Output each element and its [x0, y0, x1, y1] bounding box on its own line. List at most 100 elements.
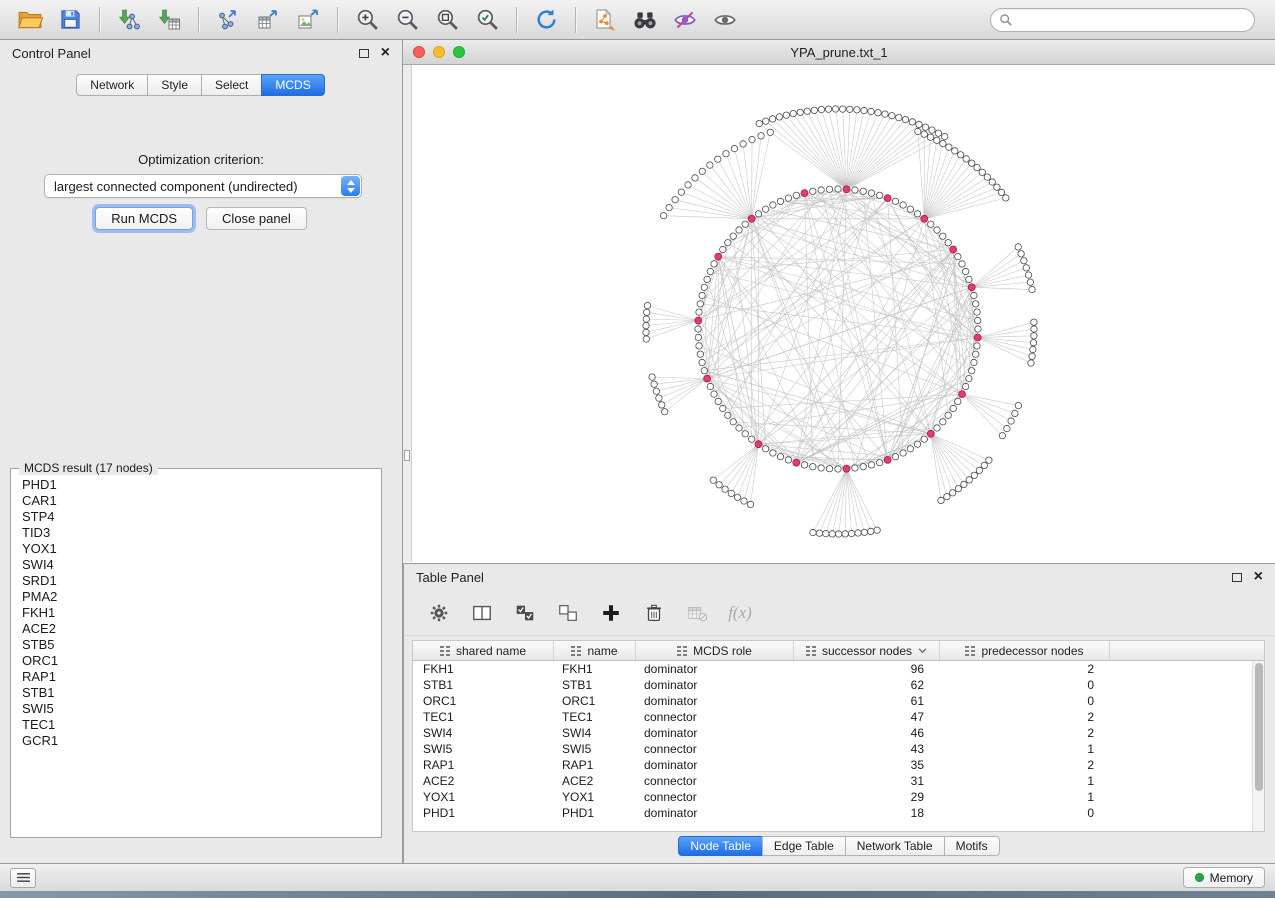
table-cell[interactable]: 0	[940, 678, 1110, 692]
network-node[interactable]	[868, 108, 874, 114]
network-node[interactable]	[736, 425, 742, 431]
network-node[interactable]	[730, 233, 736, 239]
show-graphics-details-button[interactable]	[708, 4, 742, 36]
network-node[interactable]	[981, 462, 987, 468]
network-node[interactable]	[940, 233, 946, 239]
network-node[interactable]	[921, 436, 927, 442]
network-node[interactable]	[900, 202, 906, 208]
network-node[interactable]	[777, 454, 783, 460]
network-node[interactable]	[720, 246, 726, 252]
column-header-shared-name[interactable]: shared name	[413, 641, 554, 660]
open-session-button[interactable]	[13, 4, 47, 36]
network-node[interactable]	[643, 316, 649, 322]
table-row[interactable]: YOX1YOX1connector291	[413, 789, 1264, 805]
network-dominator-node[interactable]	[755, 441, 762, 448]
network-node[interactable]	[928, 221, 934, 227]
zoom-in-button[interactable]	[350, 4, 384, 36]
network-node[interactable]	[1023, 265, 1029, 271]
network-node[interactable]	[699, 292, 705, 298]
table-row[interactable]: SWI4SWI4dominator462	[413, 725, 1264, 741]
network-node[interactable]	[882, 111, 888, 117]
search-box[interactable]	[990, 8, 1255, 32]
network-node[interactable]	[1021, 258, 1027, 264]
network-node[interactable]	[889, 113, 895, 119]
network-node[interactable]	[840, 106, 846, 112]
tab-style[interactable]: Style	[147, 74, 202, 96]
network-node[interactable]	[1018, 251, 1024, 257]
network-node[interactable]	[810, 529, 816, 535]
network-dominator-node[interactable]	[884, 456, 891, 463]
column-header-successor-nodes[interactable]: successor nodes	[794, 641, 940, 660]
search-input[interactable]	[1018, 13, 1246, 27]
close-table-panel-icon[interactable]: ×	[1254, 572, 1263, 582]
table-cell[interactable]: 61	[794, 694, 940, 708]
network-node[interactable]	[711, 261, 717, 267]
table-row[interactable]: TEC1TEC1connector472	[413, 709, 1264, 725]
export-network-button[interactable]	[211, 4, 245, 36]
table-cell[interactable]: dominator	[636, 662, 794, 676]
network-node[interactable]	[810, 464, 816, 470]
import-table-button[interactable]	[152, 4, 186, 36]
network-node[interactable]	[707, 383, 713, 389]
network-dominator-node[interactable]	[968, 284, 975, 291]
delete-column-button[interactable]	[641, 600, 667, 626]
network-node[interactable]	[973, 301, 979, 307]
table-cell[interactable]: STB1	[554, 678, 636, 692]
network-node[interactable]	[678, 189, 684, 195]
network-node[interactable]	[832, 106, 838, 112]
save-session-button[interactable]	[53, 4, 87, 36]
network-node[interactable]	[1025, 272, 1031, 278]
close-panel-icon[interactable]: ×	[381, 48, 390, 58]
table-cell[interactable]: connector	[636, 710, 794, 724]
network-node[interactable]	[963, 268, 969, 274]
network-node[interactable]	[660, 213, 666, 219]
network-node[interactable]	[818, 187, 824, 193]
network-node[interactable]	[994, 184, 1000, 190]
network-node[interactable]	[914, 441, 920, 447]
table-cell[interactable]: SWI5	[413, 742, 554, 756]
network-node[interactable]	[907, 446, 913, 452]
table-row[interactable]: PHD1PHD1dominator180	[413, 805, 1264, 821]
network-dominator-node[interactable]	[748, 215, 755, 222]
table-cell[interactable]: 18	[794, 806, 940, 820]
network-node[interactable]	[797, 109, 803, 115]
network-node[interactable]	[852, 187, 858, 193]
network-node[interactable]	[1029, 353, 1035, 359]
refresh-layout-button[interactable]	[529, 4, 563, 36]
column-visibility-button[interactable]	[469, 600, 495, 626]
table-row[interactable]: STB1STB1dominator620	[413, 677, 1264, 693]
network-dominator-node[interactable]	[950, 246, 957, 253]
network-dominator-node[interactable]	[843, 465, 850, 472]
network-node[interactable]	[793, 192, 799, 198]
table-scrollbar[interactable]	[1252, 661, 1264, 831]
export-image-button[interactable]	[291, 4, 325, 36]
table-cell[interactable]: 43	[794, 742, 940, 756]
network-node[interactable]	[741, 498, 747, 504]
network-dominator-node[interactable]	[921, 215, 928, 222]
table-cell[interactable]: dominator	[636, 694, 794, 708]
network-node[interactable]	[1028, 360, 1034, 366]
zoom-out-button[interactable]	[390, 4, 424, 36]
network-node[interactable]	[974, 164, 980, 170]
network-node[interactable]	[963, 156, 969, 162]
network-node[interactable]	[875, 110, 881, 116]
network-node[interactable]	[825, 106, 831, 112]
table-cell[interactable]: dominator	[636, 758, 794, 772]
network-node[interactable]	[659, 402, 665, 408]
network-node[interactable]	[785, 195, 791, 201]
result-item[interactable]: CAR1	[13, 493, 379, 509]
network-node[interactable]	[1004, 425, 1010, 431]
network-node[interactable]	[940, 140, 946, 146]
optimization-criterion-select[interactable]: largest connected component (undirected)	[44, 174, 362, 198]
table-cell[interactable]: 2	[940, 726, 1110, 740]
network-node[interactable]	[896, 114, 902, 120]
table-row[interactable]: RAP1RAP1dominator352	[413, 757, 1264, 773]
table-cell[interactable]: SWI4	[554, 726, 636, 740]
network-node[interactable]	[975, 326, 981, 332]
network-node[interactable]	[984, 174, 990, 180]
network-node[interactable]	[966, 477, 972, 483]
network-node[interactable]	[955, 253, 961, 259]
network-node[interactable]	[986, 457, 992, 463]
result-item[interactable]: YOX1	[13, 541, 379, 557]
network-node[interactable]	[740, 141, 746, 147]
